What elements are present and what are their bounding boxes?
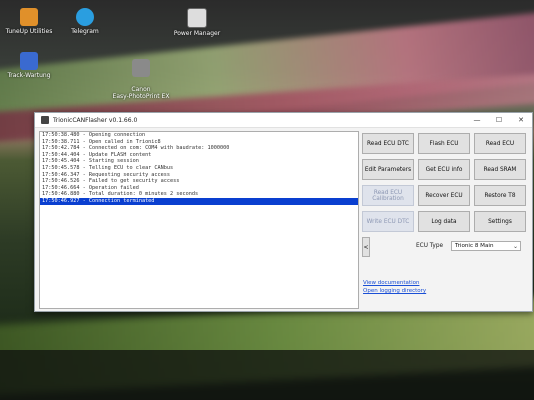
- read-sram-button[interactable]: Read SRAM: [474, 159, 526, 180]
- desktop-icon-canon[interactable]: Canon Easy-PhotoPrint EX: [106, 52, 176, 100]
- edit-parameters-button[interactable]: Edit Parameters: [362, 159, 414, 180]
- settings-button[interactable]: Settings: [474, 211, 526, 232]
- log-line[interactable]: 17:50:46.880 - Total duration: 0 minutes…: [40, 191, 358, 198]
- log-line[interactable]: 17:50:45.578 - Telling ECU to clear CANb…: [40, 165, 358, 172]
- title-bar[interactable]: TrionicCANFlasher v0.1.66.0 — ☐ ✕: [35, 113, 532, 128]
- maximize-button[interactable]: ☐: [488, 113, 510, 127]
- printer-icon: [132, 59, 150, 77]
- log-line[interactable]: 17:50:38.711 - Open called in Trionic8: [40, 139, 358, 146]
- telegram-icon: [76, 8, 94, 26]
- log-data-button[interactable]: Log data: [418, 211, 470, 232]
- desktop-icon-label: Track-Wartung: [7, 72, 51, 79]
- log-line[interactable]: 17:50:45.404 - Starting session: [40, 158, 358, 165]
- desktop-icon-telegram[interactable]: Telegram: [50, 8, 120, 35]
- view-documentation-link[interactable]: View documentation: [363, 280, 419, 286]
- log-line[interactable]: 17:50:38.480 - Opening connection: [40, 132, 358, 139]
- close-button[interactable]: ✕: [510, 113, 532, 127]
- log-line[interactable]: 17:50:46.664 - Operation failed: [40, 185, 358, 192]
- write-ecu-dtc-button[interactable]: Write ECU DTC: [362, 211, 414, 232]
- track-wartung-icon: [20, 52, 38, 70]
- restore-t8-button[interactable]: Restore T8: [474, 185, 526, 206]
- log-line[interactable]: 17:50:46.526 - Failed to get security ac…: [40, 178, 358, 185]
- ecu-type-value: Trionic 8 Main: [455, 243, 494, 249]
- desktop-icon-label: Canon Easy-PhotoPrint EX: [112, 86, 170, 100]
- desktop-icon-track-wartung[interactable]: Track-Wartung: [0, 52, 64, 79]
- get-ecu-info-button[interactable]: Get ECU info: [418, 159, 470, 180]
- flash-ecu-button[interactable]: Flash ECU: [418, 133, 470, 154]
- recover-ecu-button[interactable]: Recover ECU: [418, 185, 470, 206]
- desktop-icon-label: Power Manager: [173, 30, 221, 37]
- tuneup-icon: [20, 8, 38, 26]
- read-ecu-button[interactable]: Read ECU: [474, 133, 526, 154]
- trionic-can-flasher-window: TrionicCANFlasher v0.1.66.0 — ☐ ✕ 17:50:…: [34, 112, 533, 312]
- power-manager-icon: [187, 8, 207, 28]
- desktop-icon-label: Telegram: [71, 28, 99, 35]
- open-logging-directory-link[interactable]: Open logging directory: [363, 288, 426, 294]
- side-toggle-button[interactable]: <: [362, 237, 370, 257]
- window-title: TrionicCANFlasher v0.1.66.0: [53, 116, 138, 124]
- minimize-button[interactable]: —: [466, 113, 488, 127]
- log-line-selected[interactable]: 17:50:46.927 - Connection terminated: [40, 197, 358, 205]
- log-line[interactable]: 17:50:46.347 - Requesting security acces…: [40, 172, 358, 179]
- read-ecu-dtc-button[interactable]: Read ECU DTC: [362, 133, 414, 154]
- app-icon: [41, 116, 49, 124]
- read-ecu-calibration-button[interactable]: Read ECU Calibration: [362, 185, 414, 206]
- log-line[interactable]: 17:50:42.784 - Connected on com: COM4 wi…: [40, 145, 358, 152]
- desktop-icon-label: TuneUp Utilities: [5, 28, 53, 35]
- ecu-type-select[interactable]: Trionic 8 Main ⌄: [451, 241, 521, 251]
- desktop-icon-power-manager[interactable]: Power Manager: [162, 8, 232, 37]
- chevron-down-icon: ⌄: [512, 242, 519, 250]
- log-listbox[interactable]: 17:50:38.480 - Opening connection 17:50:…: [39, 131, 359, 309]
- ecu-type-label: ECU Type: [416, 243, 444, 249]
- log-line[interactable]: 17:50:44.404 - Update FLASH content: [40, 152, 358, 159]
